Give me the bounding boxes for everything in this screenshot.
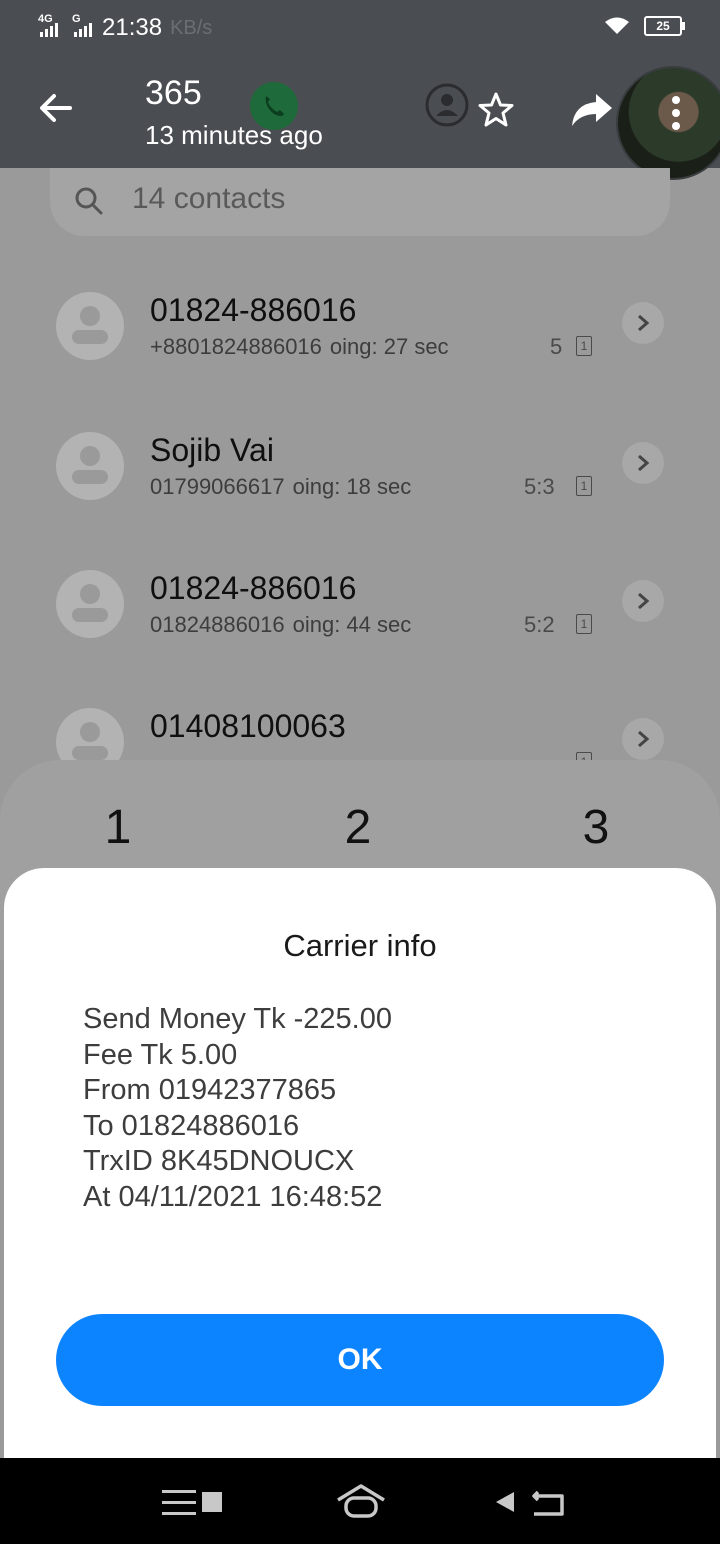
dialog-line: To 01824886016 (83, 1109, 300, 1142)
contact-avatar (56, 292, 124, 360)
home-icon[interactable] (334, 1482, 388, 1520)
dialog-title: Carrier info (283, 928, 437, 963)
carrier-info-dialog: Carrier info Send Money Tk -225.00 Fee T… (4, 868, 716, 1458)
contact-icon[interactable] (424, 82, 470, 128)
page-title: 365 (145, 74, 202, 112)
back-icon[interactable] (494, 1488, 570, 1520)
contact-avatar (56, 570, 124, 638)
dial-key-3[interactable]: 3 (566, 800, 626, 855)
signal-icon-2: G (72, 13, 92, 37)
call-time: 5:3 (524, 474, 555, 499)
network-speed: KB/s (170, 16, 213, 39)
status-left: 4G G 21:38 KB/s (38, 13, 213, 42)
call-detail: 01824886016 oing: 44 sec (150, 612, 412, 637)
dialog-line: At 04/11/2021 16:48:52 (83, 1180, 383, 1213)
navigation-bar (0, 1458, 720, 1544)
dialog-line: TrxID 8K45DNOUCX (83, 1145, 355, 1177)
dial-key-1[interactable]: 1 (88, 800, 148, 855)
chevron-right-icon[interactable] (622, 580, 664, 622)
chevron-right-icon[interactable] (622, 442, 664, 484)
search-bar[interactable]: 14 contacts (50, 168, 670, 236)
list-item[interactable]: 01824-886016 +8801824886016 oing: 27 sec … (0, 292, 720, 402)
dialog-line: From 01942377865 (83, 1074, 337, 1106)
star-icon[interactable] (476, 90, 516, 130)
signal-icon: 4G (38, 13, 58, 37)
contact-name: 01824-886016 (150, 292, 357, 328)
ok-button[interactable]: OK (56, 1314, 664, 1406)
call-time: 5:2 (524, 612, 555, 637)
call-detail: 01799066617 oing: 18 sec (150, 474, 412, 499)
call-detail: +8801824886016 oing: 27 sec (150, 334, 449, 359)
menu-icon[interactable] (162, 1488, 224, 1518)
list-item[interactable]: Sojib Vai 01799066617 oing: 18 sec 5:3 1 (0, 432, 720, 542)
status-bar: 4G G 21:38 KB/s 25 (0, 0, 720, 58)
avatar[interactable] (616, 66, 720, 180)
share-icon[interactable] (570, 92, 614, 128)
top-bar: 4G G 21:38 KB/s 25 365 13 minutes ago (0, 0, 720, 180)
sim-icon: 1 (576, 336, 592, 356)
battery-level: 25 (656, 19, 670, 33)
status-right: 25 (604, 16, 685, 36)
dialog-message: Send Money Tk -225.00 Fee Tk 5.00 From 0… (83, 1002, 392, 1215)
wifi-icon (605, 17, 629, 34)
phone-icon[interactable] (250, 82, 298, 130)
chevron-right-icon[interactable] (622, 718, 664, 760)
clock: 21:38 (102, 14, 163, 41)
back-arrow-icon[interactable] (36, 88, 76, 128)
contact-name: Sojib Vai (150, 432, 274, 468)
more-icon[interactable] (672, 96, 680, 135)
search-icon (75, 187, 103, 215)
sim-icon: 1 (576, 476, 592, 496)
screen: 4G G 21:38 KB/s 25 365 13 minutes ago 14… (0, 0, 720, 1544)
chevron-right-icon[interactable] (622, 302, 664, 344)
dialog-line: Send Money Tk -225.00 (83, 1003, 392, 1035)
contact-name: 01408100063 (150, 708, 346, 744)
search-input[interactable]: 14 contacts (132, 182, 285, 216)
battery-icon: 25 (644, 16, 685, 36)
sim-icon: 1 (576, 614, 592, 634)
contact-avatar (56, 432, 124, 500)
list-item[interactable]: 01824-886016 01824886016 oing: 44 sec 5:2… (0, 570, 720, 680)
network-type-2: G (72, 13, 81, 25)
dialog-line: Fee Tk 5.00 (83, 1038, 238, 1071)
contact-name: 01824-886016 (150, 570, 357, 606)
dial-key-2[interactable]: 2 (328, 800, 388, 855)
network-type-1: 4G (38, 13, 53, 25)
